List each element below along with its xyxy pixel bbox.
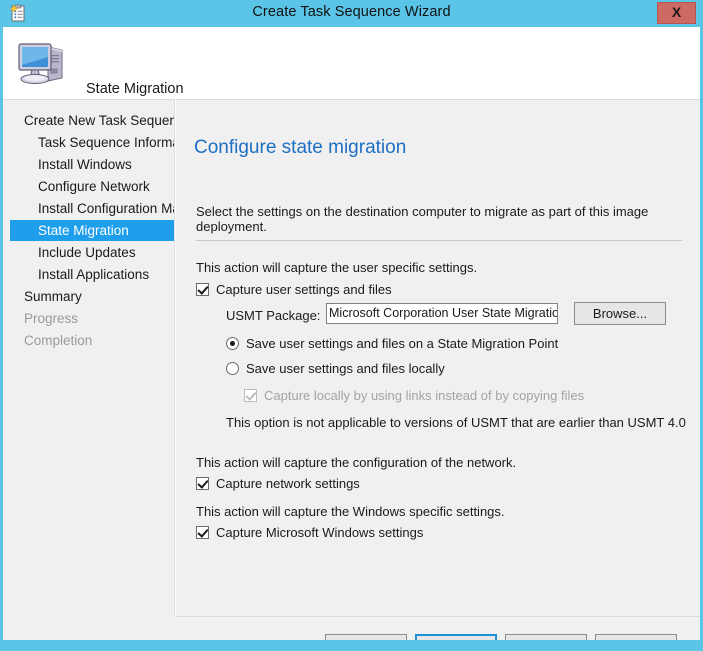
sidebar-item-progress: Progress: [10, 308, 175, 329]
save-on-smp-label: Save user settings and files on a State …: [246, 336, 558, 351]
capture-windows-settings-checkbox[interactable]: [196, 526, 209, 539]
capture-network-settings-label: Capture network settings: [216, 476, 360, 491]
sidebar-item-create-new-task-sequence[interactable]: Create New Task Sequence: [10, 110, 175, 131]
browse-button[interactable]: Browse...: [574, 302, 666, 325]
save-locally-row[interactable]: Save user settings and files locally: [226, 361, 445, 376]
sidebar-item-task-sequence-information[interactable]: Task Sequence Informati: [10, 132, 175, 153]
computer-icon: [15, 37, 70, 89]
capture-network-settings-row[interactable]: Capture network settings: [196, 476, 360, 491]
capture-windows-settings-row[interactable]: Capture Microsoft Windows settings: [196, 525, 423, 540]
close-icon: X: [658, 4, 695, 20]
sidebar-item-completion: Completion: [10, 330, 175, 351]
capture-user-settings-checkbox[interactable]: [196, 283, 209, 296]
save-on-smp-row[interactable]: Save user settings and files on a State …: [226, 336, 558, 351]
usmt-version-note: This option is not applicable to version…: [226, 415, 686, 430]
create-task-sequence-wizard-window: Create Task Sequence Wizard X: [0, 0, 703, 651]
window-bottom-border: [0, 640, 703, 651]
page-title: Configure state migration: [194, 137, 406, 159]
close-button[interactable]: X: [657, 2, 696, 24]
wizard-banner: State Migration: [3, 27, 700, 99]
sidebar-item-install-applications[interactable]: Install Applications: [10, 264, 175, 285]
network-section-label: This action will capture the configurati…: [196, 455, 516, 470]
banner-title: State Migration: [86, 81, 184, 97]
capture-windows-settings-label: Capture Microsoft Windows settings: [216, 525, 423, 540]
capture-user-settings-row[interactable]: Capture user settings and files: [196, 282, 392, 297]
sidebar-item-install-configuration-manager[interactable]: Install Configuration Man: [10, 198, 175, 219]
wizard-step-list: Create New Task Sequence Task Sequence I…: [3, 99, 175, 616]
capture-locally-links-label: Capture locally by using links instead o…: [264, 388, 584, 403]
intro-text: Select the settings on the destination c…: [196, 204, 700, 234]
save-locally-label: Save user settings and files locally: [246, 361, 445, 376]
sidebar-item-configure-network[interactable]: Configure Network: [10, 176, 175, 197]
capture-locally-links-checkbox: [244, 389, 257, 402]
capture-locally-links-row: Capture locally by using links instead o…: [244, 388, 584, 403]
save-on-smp-radio[interactable]: [226, 337, 239, 350]
title-bar: Create Task Sequence Wizard X: [0, 0, 703, 27]
user-settings-section-label: This action will capture the user specif…: [196, 260, 477, 275]
sidebar-item-summary[interactable]: Summary: [10, 286, 175, 307]
capture-network-settings-checkbox[interactable]: [196, 477, 209, 490]
content-pane: Configure state migration Select the set…: [176, 99, 700, 616]
windows-section-label: This action will capture the Windows spe…: [196, 504, 505, 519]
sidebar-item-install-windows[interactable]: Install Windows: [10, 154, 175, 175]
sidebar-item-state-migration[interactable]: State Migration: [10, 220, 175, 241]
window-body: State Migration Create New Task Sequence…: [3, 27, 700, 640]
section-divider: [196, 240, 682, 241]
save-locally-radio[interactable]: [226, 362, 239, 375]
capture-user-settings-label: Capture user settings and files: [216, 282, 392, 297]
usmt-package-input[interactable]: Microsoft Corporation User State Migrati…: [326, 303, 558, 324]
usmt-package-label: USMT Package:: [226, 308, 320, 323]
sidebar-item-include-updates[interactable]: Include Updates: [10, 242, 175, 263]
window-title: Create Task Sequence Wizard: [0, 4, 703, 20]
